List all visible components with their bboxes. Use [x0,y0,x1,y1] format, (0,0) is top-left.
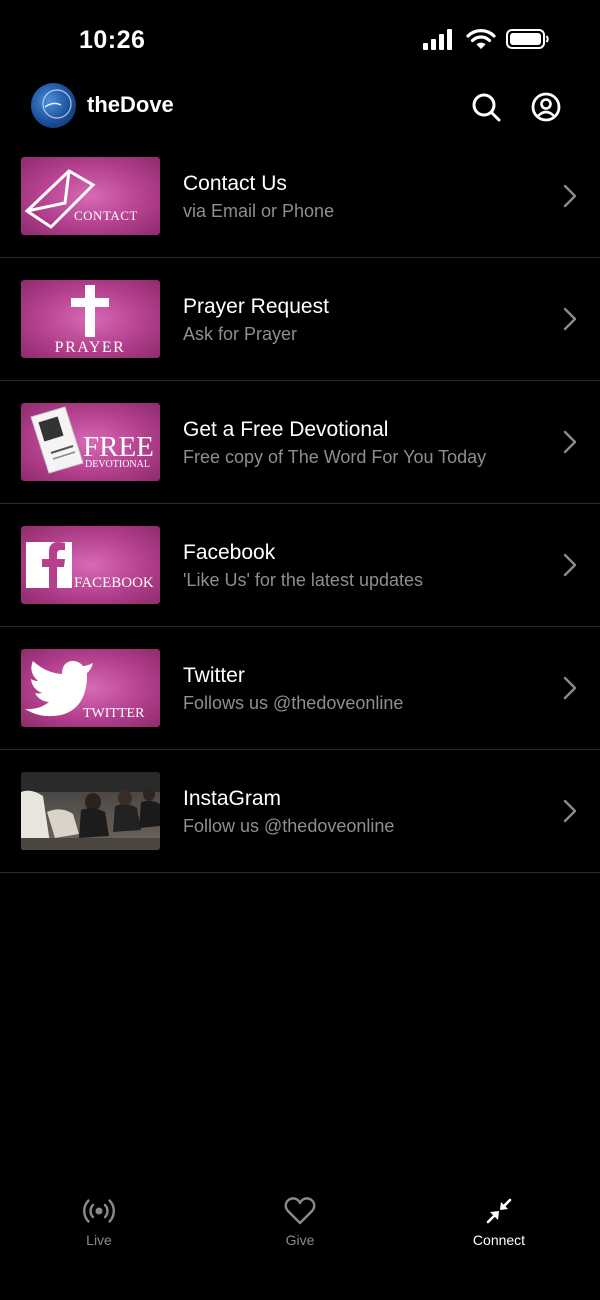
list-item-instagram[interactable]: InstaGram Follow us @thedoveonline [0,750,600,873]
tab-label: Connect [472,1232,526,1248]
connect-list: CONTACT Contact Us via Email or Phone PR… [0,135,600,873]
cross-icon [71,285,109,337]
list-item-prayer-request[interactable]: PRAYER Prayer Request Ask for Prayer [0,258,600,381]
tab-live[interactable]: Live [39,1194,159,1248]
broadcast-icon [83,1199,115,1223]
facebook-icon [26,542,72,588]
search-icon [472,93,501,122]
app-title: theDove [87,92,174,117]
item-subtitle: via Email or Phone [183,201,335,221]
devotional-thumb-label-2: DEVOTIONAL [85,459,150,470]
search-button[interactable] [469,90,503,124]
item-title: Facebook [183,541,276,564]
item-title: InstaGram [183,787,282,810]
item-subtitle: 'Like Us' for the latest updates [183,570,424,590]
wifi-icon [466,29,496,49]
battery-icon [506,29,549,49]
list-item-free-devotional[interactable]: FREE DEVOTIONAL Get a Free Devotional Fr… [0,381,600,504]
twitter-thumbnail: TWITTER [21,649,160,727]
list-item-facebook[interactable]: FACEBOOK Facebook 'Like Us' for the late… [0,504,600,627]
thedove-logo [31,83,76,128]
compress-arrows-icon [486,1198,512,1224]
prayer-thumb-label: PRAYER [55,339,126,356]
tab-label: Live [86,1232,112,1248]
facebook-thumbnail: FACEBOOK [21,526,160,604]
profile-icon [531,92,561,122]
status-time: 10:26 [79,26,146,54]
twitter-thumb-label: TWITTER [83,706,145,721]
chevron-right-icon [563,676,577,700]
app-header: theDove [0,80,600,134]
book-icon [30,406,84,474]
item-subtitle: Follows us @thedoveonline [183,693,404,713]
item-subtitle: Ask for Prayer [183,324,298,344]
item-subtitle: Free copy of The Word For You Today [183,447,487,467]
tab-give[interactable]: Give [240,1194,360,1248]
chevron-right-icon [563,430,577,454]
instagram-thumbnail-photo [21,772,160,850]
heart-icon [284,1197,316,1225]
item-title: Contact Us [183,172,287,195]
item-title: Twitter [183,664,245,687]
chevron-right-icon [563,553,577,577]
status-icons [422,28,550,50]
chevron-right-icon [563,307,577,331]
tab-label: Give [285,1232,315,1248]
prayer-thumbnail: PRAYER [21,280,160,358]
chevron-right-icon [563,799,577,823]
devotional-thumbnail: FREE DEVOTIONAL [21,403,160,481]
tab-bar: Live Give Connect [0,1180,600,1300]
tab-connect[interactable]: Connect [439,1194,559,1248]
profile-button[interactable] [529,90,563,124]
cellular-signal-icon [423,29,452,50]
item-subtitle: Follow us @thedoveonline [183,816,395,836]
contact-thumb-label: CONTACT [74,208,138,223]
list-item-twitter[interactable]: TWITTER Twitter Follows us @thedoveonlin… [0,627,600,750]
status-bar: 10:26 [0,0,600,80]
chevron-right-icon [563,184,577,208]
item-title: Prayer Request [183,295,329,318]
facebook-thumb-label: FACEBOOK [74,575,154,591]
contact-thumbnail: CONTACT [21,157,160,235]
item-title: Get a Free Devotional [183,418,389,441]
list-item-contact-us[interactable]: CONTACT Contact Us via Email or Phone [0,135,600,258]
